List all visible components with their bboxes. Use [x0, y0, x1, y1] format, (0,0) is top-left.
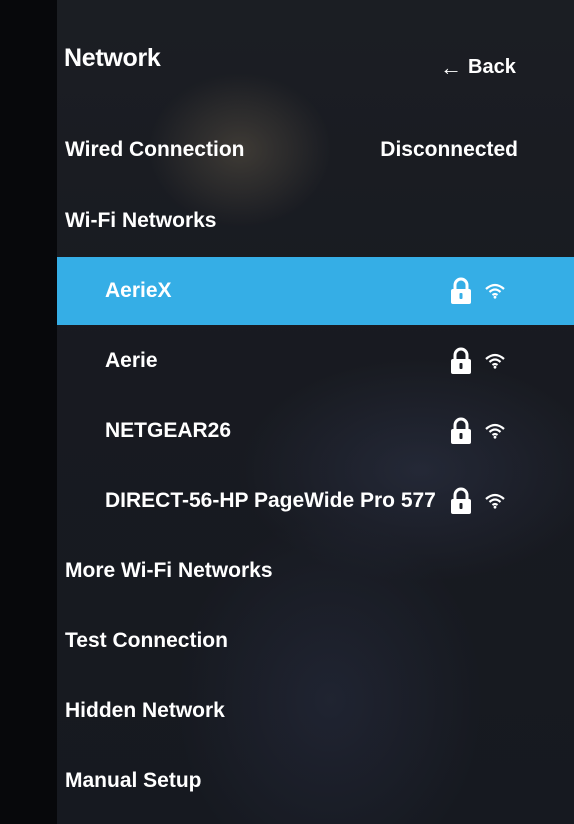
more-wifi-networks-label: More Wi-Fi Networks: [65, 559, 273, 582]
back-arrow-icon: ←: [440, 54, 462, 80]
manual-setup-label: Manual Setup: [65, 769, 202, 792]
more-wifi-networks-item[interactable]: More Wi-Fi Networks: [57, 537, 574, 605]
network-item-netgear26[interactable]: NETGEAR26: [57, 397, 574, 465]
lock-icon: [451, 347, 471, 374]
network-name: DIRECT-56-HP PageWide Pro 577: [105, 489, 436, 512]
back-label: Back: [468, 56, 516, 78]
test-connection-label: Test Connection: [65, 629, 228, 652]
manual-setup-item[interactable]: Manual Setup: [57, 747, 574, 815]
network-item-direct-hp[interactable]: DIRECT-56-HP PageWide Pro 577: [57, 467, 574, 535]
wifi-networks-header: Wi-Fi Networks: [57, 187, 574, 255]
network-item-aeriex[interactable]: AerieX: [57, 257, 574, 325]
wifi-networks-label: Wi-Fi Networks: [65, 209, 217, 232]
network-name: NETGEAR26: [105, 419, 232, 442]
lock-icon: [451, 417, 471, 444]
test-connection-item[interactable]: Test Connection: [57, 607, 574, 675]
network-name: Aerie: [105, 349, 158, 372]
wifi-signal-icon: [485, 423, 505, 439]
hidden-network-label: Hidden Network: [65, 699, 225, 722]
wifi-signal-icon: [485, 493, 505, 509]
hidden-network-item[interactable]: Hidden Network: [57, 677, 574, 745]
back-button[interactable]: ← Back: [440, 56, 516, 79]
wifi-signal-icon: [485, 283, 505, 299]
wired-connection-item[interactable]: Wired Connection Disconnected: [57, 116, 574, 184]
wifi-signal-icon: [485, 353, 505, 369]
network-item-aerie[interactable]: Aerie: [57, 327, 574, 395]
screen-edge: [0, 0, 57, 824]
lock-icon: [451, 277, 471, 304]
wired-connection-label: Wired Connection: [65, 138, 245, 161]
network-name: AerieX: [105, 279, 172, 302]
wired-connection-status: Disconnected: [380, 138, 518, 161]
page-title: Network: [64, 44, 161, 72]
lock-icon: [451, 487, 471, 514]
